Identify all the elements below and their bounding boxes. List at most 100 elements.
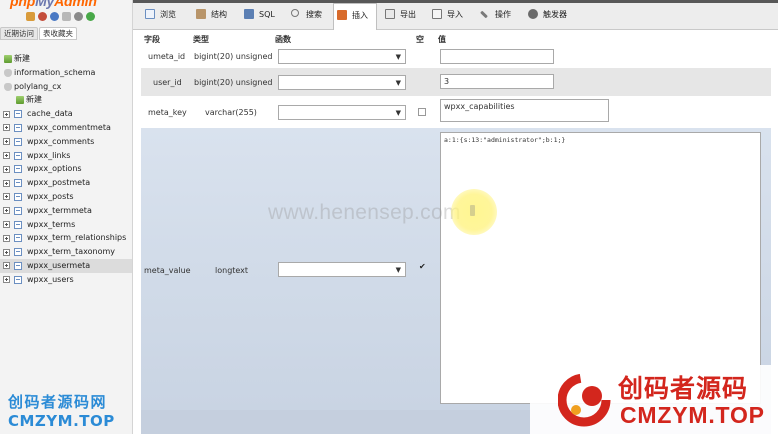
tab-recent[interactable]: 近期访问 (0, 27, 38, 40)
tab-search[interactable]: 搜索 (288, 5, 322, 24)
expand-icon[interactable] (3, 110, 10, 118)
expand-icon[interactable] (3, 138, 10, 146)
function-select[interactable]: ▼ (278, 49, 406, 64)
function-select[interactable]: ▼ (278, 75, 406, 90)
null-checkbox-checked[interactable]: ✔ (418, 262, 426, 272)
value-input[interactable] (440, 49, 554, 64)
import-icon (432, 9, 442, 19)
tab-import[interactable]: 导入 (429, 5, 463, 24)
expand-icon[interactable] (3, 276, 10, 284)
table-menubar: 浏览 结构 SQL 搜索 插入 导出 导入 操作 触发器 (133, 0, 778, 31)
checkmark-icon: ✔ (419, 262, 426, 271)
tree-item-table[interactable]: wpxx_posts (0, 190, 132, 204)
tab-browse[interactable]: 浏览 (142, 5, 176, 24)
expand-icon[interactable] (3, 207, 10, 215)
text-cursor-icon (470, 205, 475, 216)
tree-item-table[interactable]: wpxx_term_relationships (0, 231, 132, 245)
field-type: varchar(255) (205, 108, 257, 117)
help-icon[interactable] (50, 12, 59, 21)
tab-triggers[interactable]: 触发器 (525, 5, 567, 24)
database-icon (4, 68, 12, 77)
center-watermark: www.henensep.com (268, 201, 461, 224)
table-icon (14, 248, 22, 257)
table-icon (14, 192, 22, 201)
form-row-umeta-id: umeta_id bigint(20) unsigned ▼ (141, 46, 771, 68)
value-textarea-large[interactable]: a:1:{s:13:"administrator";b:1;} (440, 132, 761, 404)
tree-item-table-selected[interactable]: wpxx_usermeta (0, 258, 132, 273)
tree-item-db[interactable]: information_schema (0, 66, 132, 80)
header-null: 空 (416, 35, 424, 44)
right-watermark: 创码者源码 CMZYM.TOP (530, 365, 778, 434)
tab-structure[interactable]: 结构 (193, 5, 227, 24)
documentation-icon[interactable] (62, 12, 71, 21)
table-icon (14, 123, 22, 132)
tab-operations[interactable]: 操作 (477, 5, 511, 24)
expand-icon[interactable] (3, 124, 10, 132)
expand-icon[interactable] (3, 193, 10, 201)
table-icon (14, 179, 22, 188)
tree-item-table[interactable]: wpxx_links (0, 149, 132, 163)
header-function: 函数 (275, 35, 291, 44)
value-textarea[interactable]: wpxx_capabilities (440, 99, 609, 122)
tab-export[interactable]: 导出 (382, 5, 416, 24)
expand-icon[interactable] (3, 152, 10, 160)
expand-icon[interactable] (3, 234, 10, 242)
tree-item-table[interactable]: cache_data (0, 107, 132, 121)
tree-item-table[interactable]: wpxx_postmeta (0, 176, 132, 190)
expand-icon[interactable] (3, 179, 10, 187)
tree-item-table[interactable]: wpxx_terms (0, 218, 132, 232)
reload-icon[interactable] (86, 12, 95, 21)
phpmyadmin-logo[interactable]: phpMyAdmin (10, 0, 97, 9)
sidebar-toolbar (26, 12, 95, 22)
sidebar-tabs: 近期访问 表收藏夹 (0, 27, 78, 40)
field-type: longtext (215, 266, 249, 275)
table-icon (14, 220, 22, 229)
table-icon (14, 261, 22, 270)
tree-item-table[interactable]: wpxx_comments (0, 135, 132, 149)
operations-icon (480, 10, 488, 19)
null-checkbox[interactable] (418, 108, 426, 116)
tree-item-new[interactable]: 新建 (0, 52, 132, 66)
expand-icon[interactable] (3, 248, 10, 256)
form-row-user-id: user_id bigint(20) unsigned ▼ 3 (141, 68, 771, 96)
expand-icon[interactable] (3, 221, 10, 229)
insert-icon (337, 10, 347, 20)
tree-item-table[interactable]: wpxx_term_taxonomy (0, 245, 132, 259)
logout-icon[interactable] (38, 12, 47, 21)
function-select[interactable]: ▼ (278, 262, 406, 277)
tree-item-new-table[interactable]: 新建 (0, 93, 132, 107)
field-name: user_id (153, 78, 182, 87)
chevron-down-icon: ▼ (395, 79, 401, 87)
chevron-down-icon: ▼ (395, 109, 401, 117)
export-icon (385, 9, 395, 19)
expand-icon[interactable] (3, 262, 10, 270)
tree-item-table[interactable]: wpxx_termmeta (0, 204, 132, 218)
chevron-down-icon: ▼ (395, 53, 401, 61)
field-type: bigint(20) unsigned (194, 52, 273, 61)
tree-item-db[interactable]: polylang_cx (0, 80, 132, 94)
expand-icon[interactable] (3, 165, 10, 173)
tab-insert[interactable]: 插入 (333, 3, 377, 31)
form-row-meta-key: meta_key varchar(255) ▼ wpxx_capabilitie… (141, 96, 771, 128)
navigation-sidebar: phpMyAdmin 近期访问 表收藏夹 新建 information_sche… (0, 0, 133, 434)
field-name: meta_value (144, 266, 191, 275)
triggers-icon (528, 9, 538, 19)
tree-item-table[interactable]: wpxx_users (0, 273, 132, 287)
tab-sql[interactable]: SQL (241, 5, 275, 24)
new-icon (16, 96, 24, 105)
value-input[interactable]: 3 (440, 74, 554, 89)
settings-icon[interactable] (74, 12, 83, 21)
tab-favorites[interactable]: 表收藏夹 (39, 27, 77, 40)
brand-logo-icon (558, 373, 611, 427)
form-header: 字段 类型 函数 空 值 (141, 34, 771, 46)
database-tree: 新建 information_schema polylang_cx 新建 cac… (0, 52, 132, 287)
browse-icon (145, 9, 155, 19)
new-icon (4, 55, 12, 63)
structure-icon (196, 9, 206, 19)
phpmyadmin-window: phpMyAdmin 近期访问 表收藏夹 新建 information_sche… (0, 0, 778, 434)
home-icon[interactable] (26, 12, 35, 21)
tree-item-table[interactable]: wpxx_commentmeta (0, 121, 132, 135)
tree-item-table[interactable]: wpxx_options (0, 162, 132, 176)
function-select[interactable]: ▼ (278, 105, 406, 120)
table-icon (14, 110, 22, 119)
